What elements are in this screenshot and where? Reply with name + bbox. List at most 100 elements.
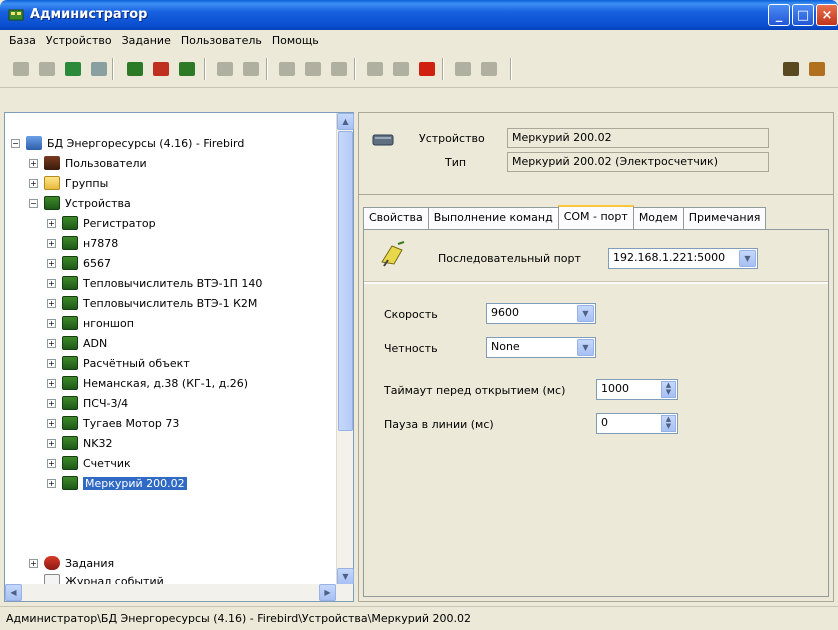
minimize-button[interactable]: _ [768, 4, 790, 26]
chevron-down-icon[interactable]: ▼ [739, 250, 756, 267]
edit-icon-glyph [809, 62, 825, 76]
scroll-right-icon[interactable]: ▶ [319, 584, 336, 601]
serial-port-select[interactable]: 192.168.1.221:5000 ▼ [608, 248, 758, 269]
chevron-down-icon[interactable]: ▼ [577, 339, 594, 356]
expand-icon[interactable]: + [47, 438, 56, 448]
tree-device-item[interactable]: + нгоншоп [47, 313, 134, 333]
expand-icon[interactable]: + [47, 478, 56, 488]
spin-arrows-icon[interactable]: ▲ ▼ [661, 415, 676, 432]
edit-icon[interactable] [806, 58, 828, 80]
task2-icon[interactable] [328, 58, 350, 80]
connect-icon[interactable] [416, 58, 438, 80]
expand-icon[interactable]: + [47, 218, 56, 228]
security-icon[interactable] [780, 58, 802, 80]
expand-icon[interactable]: + [29, 178, 38, 188]
expand-icon[interactable]: + [29, 158, 38, 168]
chevron-down-icon[interactable]: ▼ [577, 305, 594, 322]
tree-device-item[interactable]: + ADN [47, 333, 107, 353]
menu-task[interactable]: Задание [117, 34, 176, 47]
device-edit-icon[interactable] [176, 58, 198, 80]
grid2-icon[interactable] [390, 58, 412, 80]
tab-commands[interactable]: Выполнение команд [427, 207, 559, 229]
menu-bar: База Устройство Задание Пользователь Пом… [0, 30, 838, 50]
parity-select[interactable]: None ▼ [486, 337, 596, 358]
tree-device-item[interactable]: + Меркурий 200.02 [47, 473, 187, 493]
serial-port-section: Последовательный порт 192.168.1.221:5000… [364, 230, 828, 282]
stop-icon[interactable] [10, 58, 32, 80]
folder2-icon[interactable] [478, 58, 500, 80]
menu-device[interactable]: Устройство [41, 34, 117, 47]
expand-icon[interactable]: + [47, 418, 56, 428]
pause-stepper[interactable]: 0 ▲ ▼ [596, 413, 678, 434]
scroll-up-icon[interactable]: ▲ [337, 113, 354, 130]
tree-item-devices[interactable]: − Устройства [29, 193, 131, 213]
tool-icon[interactable] [214, 58, 236, 80]
parity-label: Четность [384, 342, 438, 355]
collapse-icon[interactable]: − [29, 198, 38, 208]
status-bar: Администратор\БД Энергоресурсы (4.16) - … [0, 606, 838, 630]
tree-device-label: Тепловычислитель ВТЭ-1П 140 [83, 276, 263, 290]
cancel-icon[interactable] [36, 58, 58, 80]
expand-icon[interactable]: + [47, 258, 56, 268]
folder2-icon-glyph [481, 62, 497, 76]
expand-icon[interactable]: + [47, 278, 56, 288]
task-icon[interactable] [302, 58, 324, 80]
timeout-stepper[interactable]: 1000 ▲ ▼ [596, 379, 678, 400]
tab-properties[interactable]: Свойства [363, 207, 429, 229]
user-add-icon[interactable] [62, 58, 84, 80]
scroll-down-icon[interactable]: ▼ [337, 568, 354, 585]
menu-user[interactable]: Пользователь [176, 34, 267, 47]
tree-device-item[interactable]: + Неманская, д.38 (КГ-1, д.26) [47, 373, 248, 393]
tree-item-tasks[interactable]: + Задания [29, 553, 114, 573]
tree-item-groups[interactable]: + Группы [29, 173, 108, 193]
device-header: Устройство Меркурий 200.02 Тип Меркурий … [359, 113, 833, 195]
tab-com-port[interactable]: COM - порт [557, 205, 634, 229]
folder-icon[interactable] [452, 58, 474, 80]
task2-icon-glyph [331, 62, 347, 76]
spin-arrows-icon[interactable]: ▲ ▼ [661, 381, 676, 398]
tool2-icon[interactable] [240, 58, 262, 80]
tab-modem[interactable]: Модем [632, 207, 684, 229]
tree-device-item[interactable]: + Регистратор [47, 213, 156, 233]
device-icon [62, 216, 78, 230]
tree-device-item[interactable]: + NK32 [47, 433, 112, 453]
tree-root[interactable]: − БД Энергоресурсы (4.16) - Firebird [11, 133, 244, 153]
menu-help[interactable]: Помощь [267, 34, 324, 47]
grid-icon[interactable] [364, 58, 386, 80]
speed-select[interactable]: 9600 ▼ [486, 303, 596, 324]
expand-icon[interactable]: + [47, 338, 56, 348]
tree-device-item[interactable]: + н7878 [47, 233, 118, 253]
expand-icon[interactable]: + [47, 318, 56, 328]
menu-database[interactable]: База [4, 34, 41, 47]
tree-item-label: Задания [65, 556, 115, 570]
scroll-left-icon[interactable]: ◀ [5, 584, 22, 601]
collapse-icon[interactable]: − [11, 138, 20, 148]
close-button[interactable]: × [816, 4, 838, 26]
tree-device-item[interactable]: + ПСЧ-3/4 [47, 393, 128, 413]
tree-vertical-scrollbar[interactable]: ▲ ▼ [336, 113, 354, 585]
expand-icon[interactable]: + [29, 558, 38, 568]
tree-device-item[interactable]: + Счетчик [47, 453, 131, 473]
tree-item-users[interactable]: + Пользователи [29, 153, 147, 173]
expand-icon[interactable]: + [47, 238, 56, 248]
tree-device-item[interactable]: +6567 [47, 253, 111, 273]
user-remove-icon[interactable] [88, 58, 110, 80]
play-icon[interactable] [276, 58, 298, 80]
expand-icon[interactable]: + [47, 378, 56, 388]
scroll-thumb[interactable] [338, 131, 353, 431]
tree-device-item[interactable]: + Тепловычислитель ВТЭ-1П 140 [47, 273, 262, 293]
tab-notes[interactable]: Примечания [682, 207, 767, 229]
tree-device-item[interactable]: + Тугаев Мотор 73 [47, 413, 179, 433]
device-add-icon-glyph [127, 62, 143, 76]
tree-device-item[interactable]: + Расчётный объект [47, 353, 190, 373]
expand-icon[interactable]: + [47, 358, 56, 368]
device-remove-icon[interactable] [150, 58, 172, 80]
device-add-icon[interactable] [124, 58, 146, 80]
tree-device-item[interactable]: + Тепловычислитель ВТЭ-1 К2М [47, 293, 257, 313]
expand-icon[interactable]: + [47, 458, 56, 468]
expand-icon[interactable]: + [47, 298, 56, 308]
expand-icon[interactable]: + [47, 398, 56, 408]
maximize-button[interactable]: □ [792, 4, 814, 26]
tree-item-label: Группы [65, 176, 109, 190]
tree-horizontal-scrollbar[interactable]: ◀ ▶ [5, 584, 353, 601]
